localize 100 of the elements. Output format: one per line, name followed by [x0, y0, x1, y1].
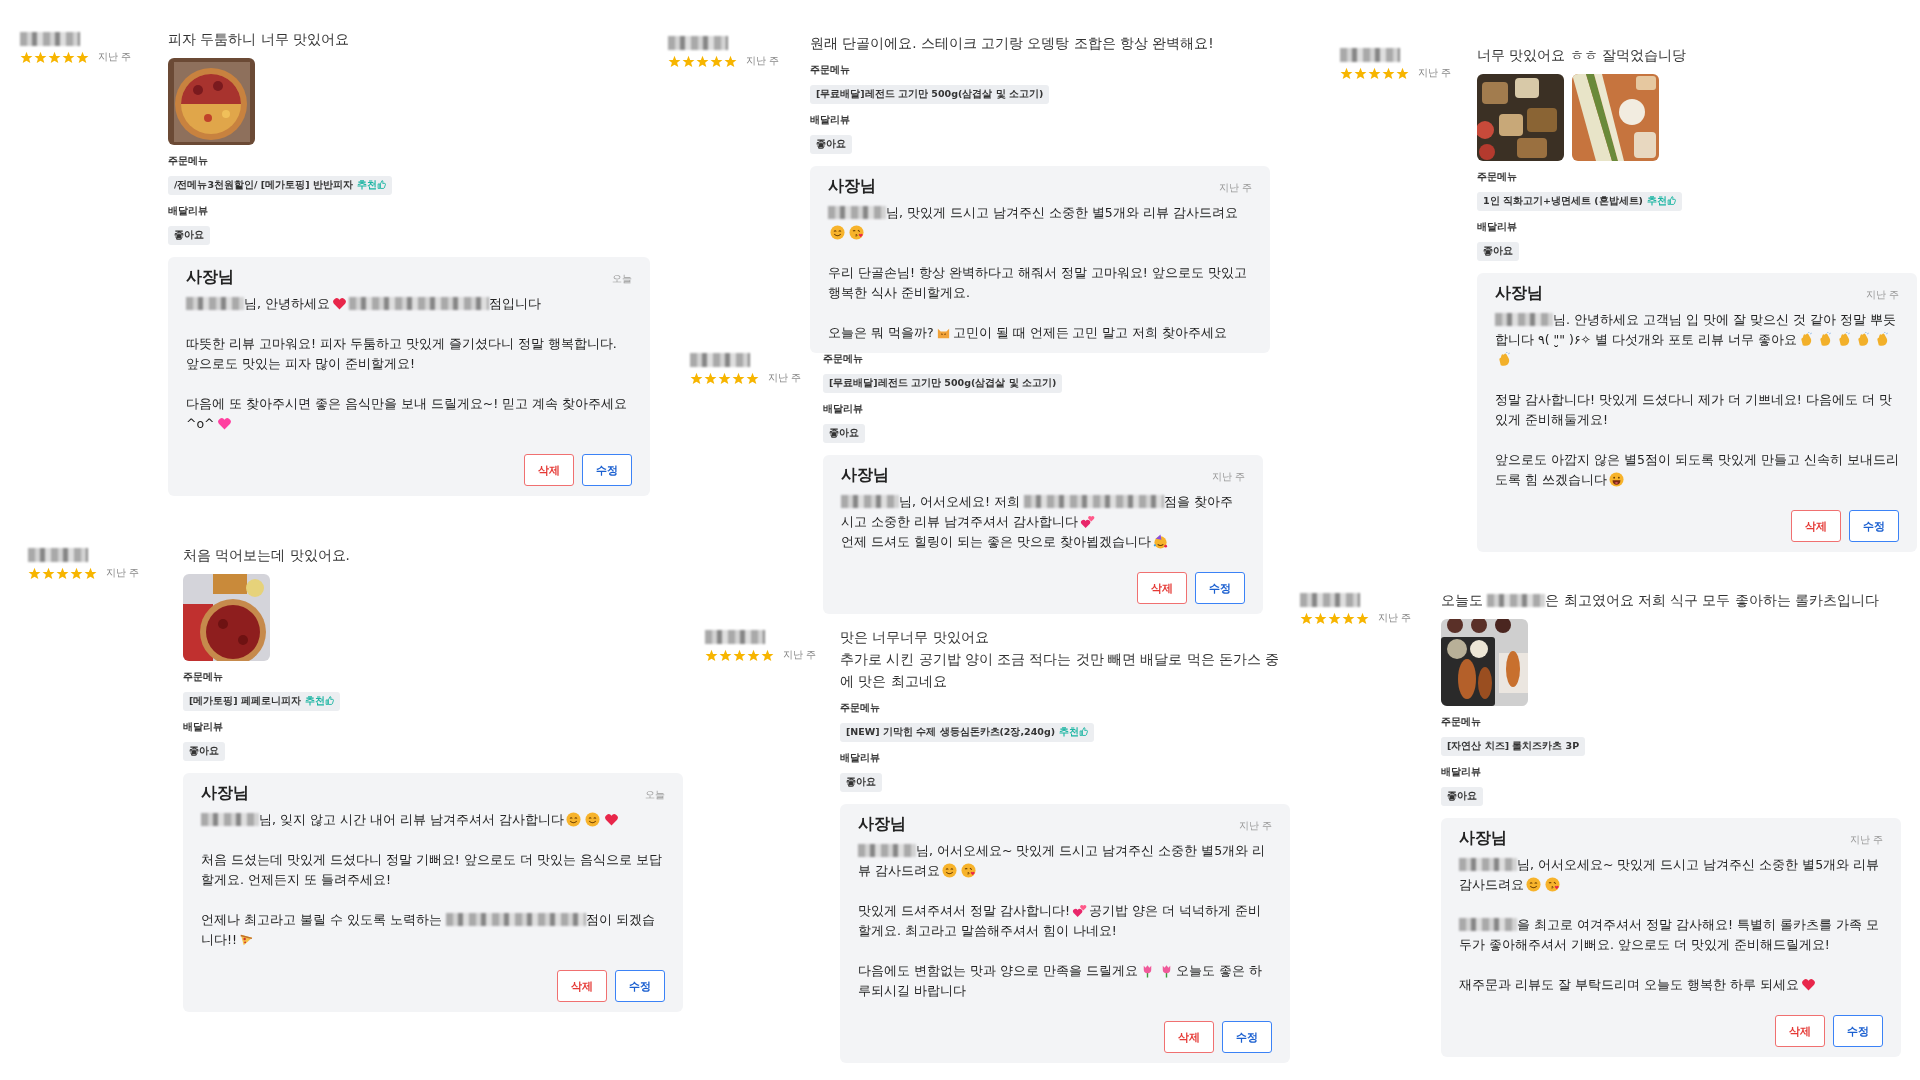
blurred-name — [1340, 48, 1400, 62]
star-icon — [682, 54, 695, 68]
smiley-icon — [942, 863, 957, 878]
reply-text: 다음에도 변함없는 맛과 양으로 만족을 드릴게요 오늘도 좋은 하루되시길 바랍니다 — [858, 962, 1263, 1000]
star-icon — [1342, 611, 1355, 625]
kissing-face-icon — [1545, 877, 1560, 892]
blurred-name — [20, 32, 80, 46]
star-icon — [1354, 66, 1367, 80]
delivery-label: 배달리뷰 — [840, 752, 881, 765]
kissing-face-icon — [961, 863, 976, 878]
reply-time: 지난 주 — [1238, 820, 1272, 833]
hearts-icon — [1071, 903, 1087, 918]
reply-time: 지난 주 — [1849, 834, 1883, 847]
delete-button[interactable]: 삭제 — [524, 454, 574, 486]
menu-label: 주문메뉴 — [810, 64, 851, 77]
clapping-hands-icon — [1817, 332, 1833, 347]
star-icon — [1314, 611, 1327, 625]
delivery-label: 배달리뷰 — [810, 114, 851, 127]
delete-button[interactable]: 삭제 — [1164, 1021, 1214, 1053]
delete-button[interactable]: 삭제 — [1137, 572, 1187, 604]
star-icon — [28, 566, 41, 580]
star-icon — [696, 54, 709, 68]
review-text: 처음 먹어보는데 맛있어요. — [183, 546, 351, 565]
reply-text: 앞으로도 아깝지 않은 별5점이 되도록 맛있게 만들고 신속히 보내드리도록 힘 쓰겠습니다 — [1495, 451, 1899, 489]
smiley-icon — [1526, 877, 1541, 892]
menu-tag: [무료배달]레전드 고기만 500g(삼겹살 및 소고기) — [810, 85, 1050, 104]
star-icon — [48, 50, 61, 64]
blurred-text — [858, 844, 916, 857]
star-icon — [690, 371, 703, 385]
reply-author: 사장님 — [186, 267, 234, 288]
heart-icon — [1800, 977, 1816, 992]
review-time: 지난 주 — [783, 648, 817, 662]
reply-time: 지난 주 — [1865, 289, 1899, 302]
edit-button[interactable]: 수정 — [1195, 572, 1245, 604]
blurred-name — [668, 36, 728, 50]
star-icon — [1356, 611, 1369, 625]
blurred-name — [690, 353, 750, 367]
thumbs-up-icon — [1079, 727, 1089, 736]
delete-button[interactable]: 삭제 — [1791, 510, 1841, 542]
reply-text: 처음 드셨는데 맛있게 드셨다니 정말 기뻐요! 앞으로도 더 맛있는 음식으로 보답할게요. 언제든지 또 들려주세요! — [201, 851, 663, 889]
delivery-label: 배달리뷰 — [823, 403, 864, 416]
review-text: 원래 단골이에요. 스테이크 고기랑 오뎅탕 조합은 항상 완벽해요! — [810, 34, 1215, 53]
edit-button[interactable]: 수정 — [582, 454, 632, 486]
review-time: 지난 주 — [768, 371, 802, 385]
star-icon — [70, 566, 83, 580]
reply-time: 지난 주 — [1218, 182, 1252, 195]
smiley-icon — [584, 812, 600, 827]
star-icon — [746, 371, 759, 385]
party-face-icon — [1152, 534, 1168, 549]
star-icon — [710, 54, 723, 68]
reply-text: 정말 감사합니다! 맛있게 드셨다니 제가 더 기쁘네요! 다음에도 더 맛있게 준비해둘게요! — [1495, 391, 1893, 429]
menu-tag: [메가토핑] 페페로니피자 추천 — [183, 692, 340, 711]
star-icon — [733, 648, 746, 662]
blurred-text — [186, 297, 244, 310]
menu-label: 주문메뉴 — [168, 155, 209, 168]
blurred-text — [1459, 918, 1517, 931]
star-icon — [732, 371, 745, 385]
menu-tag: [무료배달]레전드 고기만 500g(삼겹살 및 소고기) — [823, 374, 1063, 393]
delete-button[interactable]: 삭제 — [557, 970, 607, 1002]
reply-author: 사장님 — [1495, 283, 1543, 304]
blurred-text — [828, 206, 886, 219]
blurred-name — [1300, 593, 1360, 607]
star-icon — [718, 371, 731, 385]
delivery-label: 배달리뷰 — [1477, 221, 1518, 234]
review-text: 추가로 시킨 공기밥 양이 조금 적다는 것만 빼면 배달로 먹은 돈가스 중에 맛은 최고네요 — [840, 650, 1281, 691]
blurred-text — [1495, 313, 1553, 326]
star-icon — [20, 50, 33, 64]
blurred-text — [1487, 594, 1546, 607]
review-text: 오늘도 은 최고였어요 저희 식구 모두 좋아하는 롤카츠입니다 — [1441, 591, 1881, 610]
reply-text: 언제 드셔도 힐링이 되는 좋은 맛으로 찾아뵙겠습니다 — [841, 532, 1245, 552]
star-icon — [1340, 66, 1353, 80]
delete-button[interactable]: 삭제 — [1775, 1015, 1825, 1047]
clapping-hands-icon — [1798, 332, 1814, 347]
edit-button[interactable]: 수정 — [1222, 1021, 1272, 1053]
edit-button[interactable]: 수정 — [1849, 510, 1899, 542]
edit-button[interactable]: 수정 — [1833, 1015, 1883, 1047]
menu-tag: [자연산 치즈] 롤치즈카츠 3P — [1441, 737, 1586, 756]
reply-text: 님. 안녕하세요 고객님 입 맛에 잘 맞으신 것 같아 정말 뿌듯합니다 ٩( "̮" )۶✧ 별 다섯개와 포토 리뷰 너무 좋아요 — [1495, 310, 1899, 370]
menu-tag: [NEW] 기막힌 수제 생등심돈카츠(2장,240g) 추천 — [840, 723, 1095, 742]
reply-text: 님, 안녕하세요 점입니다 — [186, 294, 632, 314]
reply-text: 님, 어서오세요! 저희 점을 찾아주시고 소중한 리뷰 남겨주셔서 감사합니다 — [841, 493, 1234, 531]
delivery-tag: 좋아요 — [810, 135, 852, 154]
delivery-tag: 좋아요 — [1441, 787, 1483, 806]
star-icon — [56, 566, 69, 580]
reply-time: 오늘 — [645, 789, 665, 802]
clapping-hands-icon — [1836, 332, 1852, 347]
review-time: 지난 주 — [746, 54, 780, 68]
blurred-name — [28, 548, 88, 562]
reply-text: 우리 단골손님! 항상 완벽하다고 해줘서 정말 고마워요! 앞으로도 맛있고 행복한 식사 준비할게요. — [828, 264, 1248, 302]
reply-author: 사장님 — [201, 783, 249, 804]
reply-text: 따뜻한 리뷰 고마워요! 피자 두툼하고 맛있게 즐기셨다니 정말 행복합니다. 앞으로도 맛있는 피자 많이 준비할게요! — [186, 335, 618, 373]
edit-button[interactable]: 수정 — [615, 970, 665, 1002]
star-icon — [761, 648, 774, 662]
delivery-tag: 좋아요 — [823, 424, 865, 443]
star-icon — [719, 648, 732, 662]
review-text: 맛은 너무너무 맛있어요 — [840, 628, 990, 647]
reply-text: 맛있게 드셔주셔서 정말 감사합니다! 공기밥 양은 더 넉넉하게 준비할게요. 최고라고 말씀해주셔서 힘이 나네요! — [858, 902, 1262, 940]
heart-icon — [603, 812, 619, 827]
star-icon — [76, 50, 89, 64]
review-text: 너무 맛있어요 ㅎㅎ 잘먹었습니당 — [1477, 46, 1687, 65]
